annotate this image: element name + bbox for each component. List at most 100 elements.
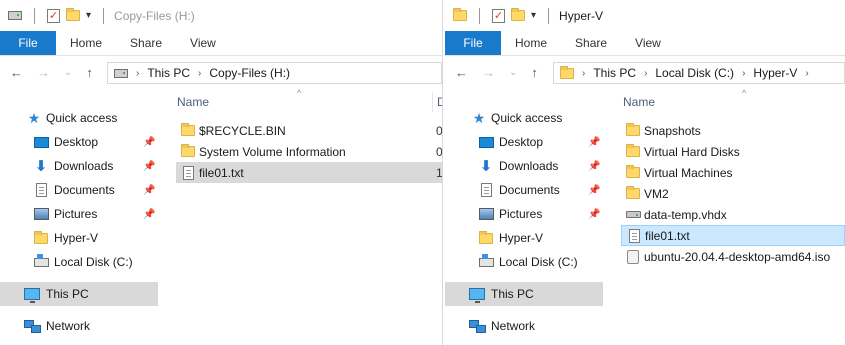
folder-icon [453, 8, 467, 21]
pin-icon[interactable]: 📌 [143, 137, 155, 148]
nav-pictures[interactable]: Pictures 📌 [0, 202, 158, 226]
file-row[interactable]: VM2 [621, 183, 845, 204]
column-header-name[interactable]: Name [623, 95, 655, 109]
nav-desktop[interactable]: Desktop 📌 [0, 130, 158, 154]
chevron-right-icon[interactable]: › [198, 68, 201, 79]
file-row[interactable]: System Volume Information 0 [176, 141, 443, 162]
new-folder-icon[interactable] [511, 8, 525, 21]
network-icon [469, 318, 486, 334]
tab-home[interactable]: Home [56, 31, 116, 55]
nav-quick-access[interactable]: ★ Quick access [0, 106, 158, 130]
up-arrow-icon[interactable]: ↑ [531, 65, 538, 80]
breadcrumb-this-pc[interactable]: This PC [593, 66, 636, 80]
chevron-right-icon[interactable]: › [805, 68, 808, 79]
pin-icon[interactable]: 📌 [588, 161, 600, 172]
recent-locations-icon[interactable]: ⌄ [509, 67, 517, 78]
sort-ascending-icon: ^ [297, 88, 302, 98]
nav-documents[interactable]: Documents 📌 [0, 178, 158, 202]
address-bar[interactable]: › This PC › Copy-Files (H:) [107, 62, 442, 84]
nav-label: This PC [46, 287, 89, 301]
nav-pictures[interactable]: Pictures 📌 [445, 202, 603, 226]
tab-view[interactable]: View [176, 31, 230, 55]
file-row[interactable]: data-temp.vhdx [621, 204, 845, 225]
forward-arrow-icon[interactable]: → [37, 65, 50, 80]
this-pc-icon [469, 286, 485, 303]
nav-hyper-v[interactable]: Hyper-V [0, 226, 158, 250]
file-row-selected[interactable]: file01.txt 1 [176, 162, 442, 183]
chevron-down-icon[interactable]: ▾ [86, 10, 91, 21]
nav-network[interactable]: Network [0, 314, 158, 338]
breadcrumb-copy-files[interactable]: Copy-Files (H:) [209, 66, 290, 80]
file-name: $RECYCLE.BIN [199, 123, 286, 138]
recent-locations-icon[interactable]: ⌄ [64, 67, 72, 78]
file-tab[interactable]: File [445, 31, 501, 55]
back-arrow-icon[interactable]: ← [10, 65, 23, 80]
chevron-right-icon[interactable]: › [742, 68, 745, 79]
window-title: Hyper-V [559, 8, 604, 23]
star-icon: ★ [472, 110, 486, 126]
nav-network[interactable]: Network [445, 314, 603, 338]
column-divider[interactable] [432, 92, 433, 112]
downloads-icon: ⬇ [479, 157, 493, 175]
nav-local-disk[interactable]: Local Disk (C:) [445, 250, 603, 274]
title-bar: ✓ ▾ Hyper-V [445, 0, 845, 31]
tab-share[interactable]: Share [116, 31, 176, 55]
tab-home[interactable]: Home [501, 31, 561, 55]
pin-icon[interactable]: 📌 [588, 137, 600, 148]
nav-label: This PC [491, 287, 534, 301]
desktop-icon [33, 134, 49, 150]
nav-quick-access[interactable]: ★ Quick access [445, 106, 603, 130]
nav-local-disk[interactable]: Local Disk (C:) [0, 250, 158, 274]
file-name: Virtual Hard Disks [644, 144, 740, 159]
properties-icon[interactable]: ✓ [47, 8, 60, 23]
file-name: System Volume Information [199, 144, 346, 159]
separator [34, 7, 35, 24]
breadcrumb-hyper-v[interactable]: Hyper-V [753, 66, 797, 80]
pin-icon[interactable]: 📌 [143, 161, 155, 172]
pin-icon[interactable]: 📌 [143, 185, 155, 196]
file-row[interactable]: $RECYCLE.BIN 0 [176, 120, 442, 141]
file-row[interactable]: Virtual Hard Disks [621, 141, 845, 162]
sort-ascending-icon: ^ [742, 88, 747, 98]
nav-downloads[interactable]: ⬇ Downloads 📌 [445, 154, 603, 178]
nav-label: Quick access [491, 111, 563, 125]
folder-icon [560, 65, 574, 79]
nav-hyper-v[interactable]: Hyper-V [445, 226, 603, 250]
chevron-down-icon[interactable]: ▾ [531, 10, 536, 21]
file-name: Virtual Machines [644, 165, 733, 180]
breadcrumb-this-pc[interactable]: This PC [147, 66, 190, 80]
properties-icon[interactable]: ✓ [492, 8, 505, 23]
back-arrow-icon[interactable]: ← [455, 65, 468, 80]
nav-downloads[interactable]: ⬇ Downloads 📌 [0, 154, 158, 178]
chevron-right-icon[interactable]: › [644, 68, 647, 79]
documents-icon [478, 182, 494, 198]
breadcrumb-local-disk[interactable]: Local Disk (C:) [655, 66, 734, 80]
file-date-truncated: 0 [436, 144, 443, 159]
chevron-right-icon[interactable]: › [582, 68, 585, 79]
file-row[interactable]: Virtual Machines [621, 162, 845, 183]
tab-share[interactable]: Share [561, 31, 621, 55]
up-arrow-icon[interactable]: ↑ [86, 65, 93, 80]
star-icon: ★ [27, 110, 41, 126]
pin-icon[interactable]: 📌 [588, 209, 600, 220]
nav-this-pc[interactable]: This PC [445, 282, 603, 306]
file-tab[interactable]: File [0, 31, 56, 55]
folder-icon [625, 123, 641, 139]
chevron-right-icon[interactable]: › [136, 68, 139, 79]
file-row-selected[interactable]: file01.txt [621, 225, 845, 246]
forward-arrow-icon[interactable]: → [482, 65, 495, 80]
file-row[interactable]: Snapshots [621, 120, 845, 141]
address-bar[interactable]: › This PC › Local Disk (C:) › Hyper-V › [553, 62, 845, 84]
column-header-name[interactable]: Name [177, 95, 209, 109]
column-header-date[interactable]: D [437, 95, 442, 109]
nav-this-pc[interactable]: This PC [0, 282, 158, 306]
nav-desktop[interactable]: Desktop 📌 [445, 130, 603, 154]
pin-icon[interactable]: 📌 [588, 185, 600, 196]
nav-label: Pictures [54, 207, 98, 221]
folder-icon [625, 165, 641, 181]
new-folder-icon[interactable] [66, 8, 80, 21]
tab-view[interactable]: View [621, 31, 675, 55]
file-row[interactable]: ubuntu-20.04.4-desktop-amd64.iso [621, 246, 845, 267]
nav-documents[interactable]: Documents 📌 [445, 178, 603, 202]
pin-icon[interactable]: 📌 [143, 209, 155, 220]
